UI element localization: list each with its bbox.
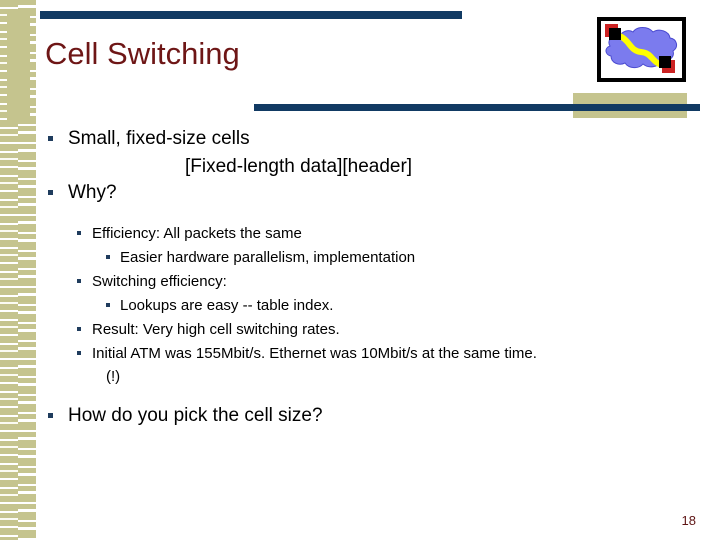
bullet-marker-icon	[77, 351, 81, 355]
bullet-text: How do you pick the cell size?	[68, 405, 323, 426]
top-navy-rule	[40, 11, 462, 19]
left-decorative-block	[7, 10, 30, 120]
bullet-item-level3: Easier hardware parallelism, implementat…	[40, 246, 716, 270]
bullet-item-level1: Small, fixed-size cells	[40, 126, 716, 152]
bullet-continuation-line: (!)	[40, 366, 716, 387]
bullet-text: Lookups are easy -- table index.	[120, 297, 334, 314]
bullet-item-level1: Why?	[40, 180, 716, 206]
bullet-text: Result: Very high cell switching rates.	[92, 321, 340, 338]
bullet-item-level3: Lookups are easy -- table index.	[40, 294, 716, 318]
bullet-marker-icon	[77, 279, 81, 283]
bullet-marker-icon	[48, 136, 53, 141]
bullet-item-level2: Efficiency: All packets the same	[40, 222, 716, 246]
slide-body: Small, fixed-size cells [Fixed-length da…	[40, 126, 716, 431]
bullet-marker-icon	[106, 303, 110, 307]
bullet-marker-icon	[48, 413, 53, 418]
bullet-text: Small, fixed-size cells	[68, 128, 250, 149]
bullet-text: Initial ATM was 155Mbit/s. Ethernet was …	[92, 345, 537, 362]
network-cloud-clipart	[597, 17, 686, 82]
bullet-text: Efficiency: All packets the same	[92, 225, 302, 242]
bullet-text: Why?	[68, 182, 117, 203]
bullet-item-level2: Switching efficiency:	[40, 270, 716, 294]
bullet-item-level1: How do you pick the cell size?	[40, 403, 716, 429]
bullet-marker-icon	[106, 255, 110, 259]
continuation-text: (!)	[106, 368, 121, 385]
bullet-text: Easier hardware parallelism, implementat…	[120, 249, 416, 266]
page-title: Cell Switching	[45, 36, 240, 71]
slide-canvas: Cell Switching Small, fixed-size cells […	[0, 0, 720, 540]
bullet-marker-icon	[77, 231, 81, 235]
title-underline-navy-rule	[254, 104, 700, 111]
bullet-marker-icon	[77, 327, 81, 331]
bullet-text: Switching efficiency:	[92, 273, 227, 290]
cell-format-text: [Fixed-length data][header]	[185, 156, 413, 177]
bullet-item-level2: Initial ATM was 155Mbit/s. Ethernet was …	[40, 342, 716, 366]
network-cloud-icon	[605, 24, 678, 73]
cell-format-line: [Fixed-length data][header]	[40, 154, 716, 180]
page-number: 18	[681, 513, 696, 528]
bullet-marker-icon	[48, 190, 53, 195]
bullet-item-level2: Result: Very high cell switching rates.	[40, 318, 716, 342]
